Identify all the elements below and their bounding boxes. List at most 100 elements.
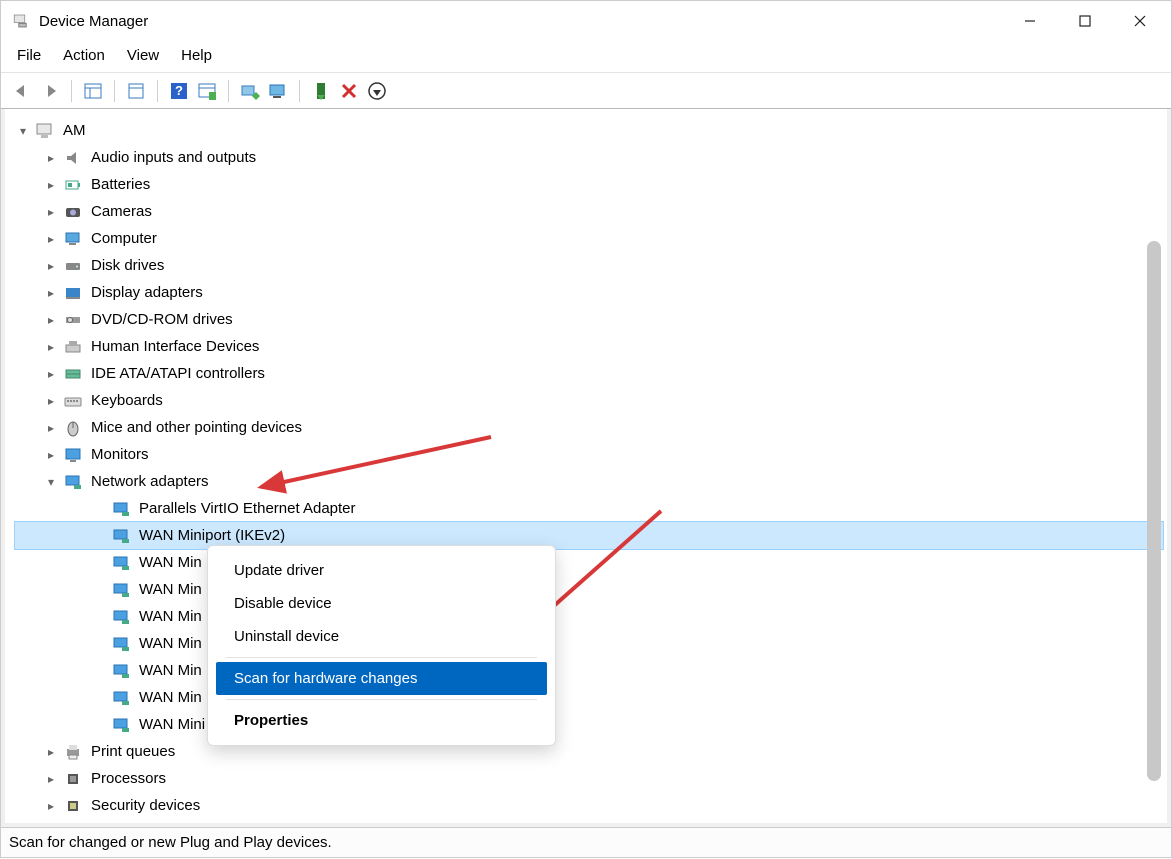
tree-item[interactable]: ▸Disk drives bbox=[15, 252, 1163, 279]
chevron-down-icon[interactable]: ▾ bbox=[15, 123, 31, 139]
battery-icon bbox=[63, 175, 83, 195]
chevron-right-icon[interactable]: ▸ bbox=[43, 204, 59, 220]
tree-item-label: WAN Min bbox=[139, 689, 202, 706]
tree-item[interactable]: ▸ Batteries bbox=[15, 171, 1163, 198]
tree-item[interactable]: ▸Parallels VirtIO Ethernet Adapter bbox=[15, 495, 1163, 522]
tree-item[interactable]: ▸WAN Min bbox=[15, 603, 1163, 630]
menu-action[interactable]: Action bbox=[53, 43, 115, 68]
tree-item[interactable]: ▸Monitors bbox=[15, 441, 1163, 468]
menu-file[interactable]: File bbox=[7, 43, 51, 68]
ctx-uninstall-device[interactable]: Uninstall device bbox=[216, 620, 547, 653]
toolbar-help[interactable]: ? bbox=[166, 78, 192, 104]
chevron-right-icon[interactable]: ▸ bbox=[43, 366, 59, 382]
network-adapter-icon bbox=[111, 688, 131, 708]
chevron-right-icon[interactable]: ▸ bbox=[43, 177, 59, 193]
chevron-right-icon[interactable]: ▸ bbox=[43, 744, 59, 760]
chevron-right-icon[interactable]: ▸ bbox=[43, 231, 59, 247]
ctx-properties[interactable]: Properties bbox=[216, 704, 547, 737]
tree-item-label: WAN Min bbox=[139, 608, 202, 625]
toolbar-update-driver[interactable] bbox=[364, 78, 390, 104]
chevron-right-icon[interactable]: ▸ bbox=[43, 393, 59, 409]
monitor-icon bbox=[63, 445, 83, 465]
chevron-right-icon[interactable]: ▸ bbox=[43, 312, 59, 328]
menubar: File Action View Help bbox=[1, 41, 1171, 73]
close-button[interactable] bbox=[1112, 1, 1167, 41]
tree-item[interactable]: ▸Cameras bbox=[15, 198, 1163, 225]
tree-item-label: Mice and other pointing devices bbox=[91, 419, 302, 436]
tree-item[interactable]: ▸Display adapters bbox=[15, 279, 1163, 306]
chevron-right-icon[interactable]: ▸ bbox=[43, 339, 59, 355]
maximize-button[interactable] bbox=[1057, 1, 1112, 41]
disk-icon bbox=[63, 256, 83, 276]
tree-item[interactable]: ▸ Print queues bbox=[15, 738, 1163, 765]
tree-item[interactable]: ▸DVD/CD-ROM drives bbox=[15, 306, 1163, 333]
ctx-update-driver[interactable]: Update driver bbox=[216, 554, 547, 587]
camera-icon bbox=[63, 202, 83, 222]
menu-help[interactable]: Help bbox=[171, 43, 222, 68]
mouse-icon bbox=[63, 418, 83, 438]
ctx-scan-hardware[interactable]: Scan for hardware changes bbox=[216, 662, 547, 695]
tree-item[interactable]: ▸WAN Mini bbox=[15, 711, 1163, 738]
toolbar-scan-hardware[interactable] bbox=[237, 78, 263, 104]
toolbar-properties[interactable] bbox=[123, 78, 149, 104]
minimize-button[interactable] bbox=[1002, 1, 1057, 41]
tree-item-selected[interactable]: ▸WAN Miniport (IKEv2) bbox=[15, 522, 1163, 549]
tree-item-label: Audio inputs and outputs bbox=[91, 149, 256, 166]
tree-item[interactable]: ▸ Security devices bbox=[15, 792, 1163, 819]
tree-item[interactable]: ▸WAN Min bbox=[15, 549, 1163, 576]
tree-item-label: WAN Min bbox=[139, 635, 202, 652]
context-menu: Update driver Disable device Uninstall d… bbox=[207, 545, 556, 746]
device-tree[interactable]: ▾ AM ▸ Audio inputs and outputs ▸ Batterie… bbox=[5, 109, 1167, 823]
toolbar-back[interactable] bbox=[9, 78, 35, 104]
chevron-right-icon[interactable]: ▸ bbox=[43, 447, 59, 463]
toolbar-show-hide-tree[interactable] bbox=[80, 78, 106, 104]
menu-view[interactable]: View bbox=[117, 43, 169, 68]
tree-item[interactable]: ▸WAN Min bbox=[15, 630, 1163, 657]
ctx-disable-device[interactable]: Disable device bbox=[216, 587, 547, 620]
statusbar: Scan for changed or new Plug and Play de… bbox=[1, 827, 1171, 857]
tree-root[interactable]: ▾ AM bbox=[15, 117, 1163, 144]
chevron-right-icon[interactable]: ▸ bbox=[43, 420, 59, 436]
tree-item[interactable]: ▸ Processors bbox=[15, 765, 1163, 792]
tree-item[interactable]: ▸Computer bbox=[15, 225, 1163, 252]
toolbar-forward[interactable] bbox=[37, 78, 63, 104]
toolbar-uninstall[interactable] bbox=[336, 78, 362, 104]
tree-item[interactable]: ▸WAN Min bbox=[15, 684, 1163, 711]
tree-item-label: Parallels VirtIO Ethernet Adapter bbox=[139, 500, 356, 517]
tree-item[interactable]: ▸WAN Min bbox=[15, 576, 1163, 603]
tree-item-label: WAN Min bbox=[139, 662, 202, 679]
chevron-right-icon[interactable]: ▸ bbox=[43, 771, 59, 787]
chevron-right-icon[interactable]: ▸ bbox=[43, 285, 59, 301]
tree-item-label: Batteries bbox=[91, 176, 150, 193]
tree-item[interactable]: ▸Keyboards bbox=[15, 387, 1163, 414]
keyboard-icon bbox=[63, 391, 83, 411]
cpu-icon bbox=[63, 769, 83, 789]
toolbar-action-center[interactable] bbox=[194, 78, 220, 104]
chevron-right-icon[interactable]: ▸ bbox=[43, 258, 59, 274]
tree-item-label: Security devices bbox=[91, 797, 200, 814]
toolbar-enable[interactable] bbox=[308, 78, 334, 104]
network-adapter-icon bbox=[111, 499, 131, 519]
tree-item[interactable]: ▸IDE ATA/ATAPI controllers bbox=[15, 360, 1163, 387]
app-icon bbox=[11, 11, 31, 31]
tree-item[interactable]: ▸WAN Min bbox=[15, 657, 1163, 684]
status-text: Scan for changed or new Plug and Play de… bbox=[9, 834, 332, 851]
network-adapter-icon bbox=[111, 634, 131, 654]
tree-item-label: Human Interface Devices bbox=[91, 338, 259, 355]
tree-root-label: AM bbox=[63, 122, 86, 139]
scrollbar[interactable] bbox=[1147, 241, 1161, 781]
hid-icon bbox=[63, 337, 83, 357]
tree-item[interactable]: ▸ Mice and other pointing devices bbox=[15, 414, 1163, 441]
chevron-right-icon[interactable]: ▸ bbox=[43, 798, 59, 814]
tree-item[interactable]: ▸ Human Interface Devices bbox=[15, 333, 1163, 360]
chevron-right-icon[interactable]: ▸ bbox=[43, 150, 59, 166]
network-icon bbox=[63, 472, 83, 492]
ctx-separator bbox=[226, 657, 537, 658]
tree-item-network-adapters[interactable]: ▾Network adapters bbox=[15, 468, 1163, 495]
svg-text:?: ? bbox=[175, 83, 183, 98]
tree-item[interactable]: ▸ Audio inputs and outputs bbox=[15, 144, 1163, 171]
tree-item-label: Processors bbox=[91, 770, 166, 787]
tree-item-label: Print queues bbox=[91, 743, 175, 760]
chevron-down-icon[interactable]: ▾ bbox=[43, 474, 59, 490]
toolbar-add-legacy[interactable] bbox=[265, 78, 291, 104]
